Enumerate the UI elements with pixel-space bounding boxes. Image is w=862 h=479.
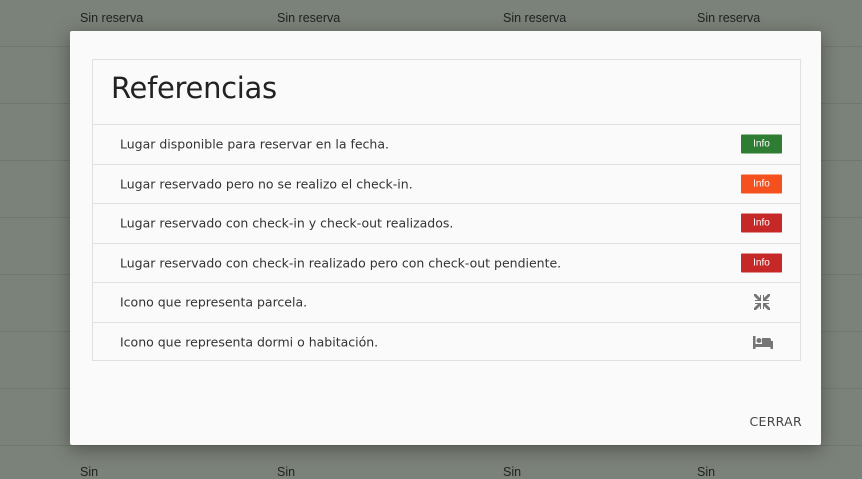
item-text: Icono que representa dormi o habitación. [120,334,379,350]
background-cell: Sin reserva [697,11,761,25]
references-modal: Referencias Lugar disponible para reserv… [70,31,821,445]
references-card: Referencias Lugar disponible para reserv… [92,59,801,361]
bed-icon [752,332,773,352]
info-badge-reserved: Info [741,174,782,194]
list-item: Lugar disponible para reservar en la fec… [93,125,800,165]
item-text: Lugar disponible para reservar en la fec… [120,136,389,152]
list-item: Lugar reservado pero no se realizo el ch… [93,165,800,204]
list-item: Lugar reservado con check-in y check-out… [93,204,800,244]
compress-arrows-icon [752,292,772,312]
list-item: Lugar reservado con check-in realizado p… [93,244,800,283]
modal-title: Referencias [93,60,800,125]
item-text: Lugar reservado con check-in y check-out… [120,215,454,231]
item-text: Lugar reservado con check-in realizado p… [120,255,562,271]
background-cell: Sin [277,465,296,479]
background-cell: Sin [697,465,716,479]
background-cell: Sin [80,465,99,479]
info-badge-completed: Info [741,213,782,233]
info-badge-pending-checkout: Info [741,253,782,273]
background-cell: Sin reserva [503,11,567,25]
background-divider [0,445,862,446]
background-cell: Sin reserva [80,11,144,25]
info-badge-available: Info [741,134,782,154]
item-text: Lugar reservado pero no se realizo el ch… [120,176,413,192]
background-cell: Sin reserva [277,11,341,25]
background-cell: Sin [503,465,522,479]
item-text: Icono que representa parcela. [120,294,308,310]
list-item: Icono que representa dormi o habitación. [93,323,800,362]
close-button[interactable]: CERRAR [749,414,802,429]
list-item: Icono que representa parcela. [93,283,800,323]
